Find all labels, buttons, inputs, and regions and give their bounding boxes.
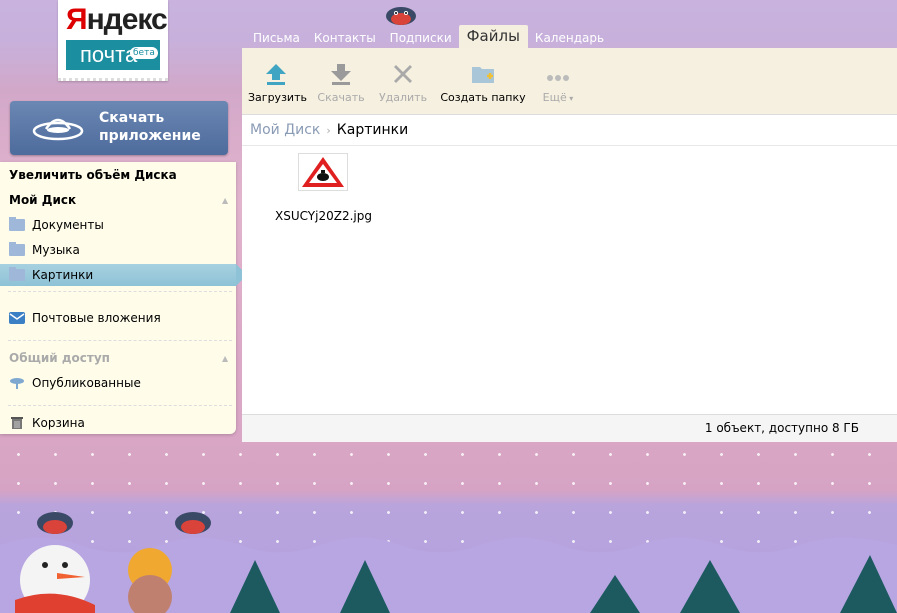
folder-icon (9, 217, 25, 231)
sidebar-item-trash[interactable]: Корзина (0, 412, 236, 434)
more-label: Ещё (542, 91, 567, 104)
ufo-icon (32, 118, 84, 141)
more-icon (546, 62, 570, 86)
sidebar: Увеличить объём Диска Мой Диск ▲ Докумен… (0, 162, 247, 434)
my-disk-header[interactable]: Мой Диск (9, 193, 76, 207)
tab-calendar[interactable]: Календарь (528, 31, 611, 48)
collapse-up-icon[interactable]: ▲ (222, 354, 228, 363)
logo-brand: Яндекс (66, 3, 168, 36)
sidebar-item-label: Почтовые вложения (32, 311, 161, 325)
top-navigation: Письма Контакты Подписки Файлы Календарь (246, 22, 611, 48)
create-folder-label: Создать папку (440, 91, 526, 104)
divider (242, 145, 897, 146)
download-label: Скачать (317, 91, 365, 104)
tab-contacts[interactable]: Контакты (307, 31, 383, 48)
status-text: 1 объект, доступно 8 ГБ (704, 421, 859, 435)
delete-icon (391, 62, 415, 86)
collapse-up-icon[interactable]: ▲ (222, 196, 228, 205)
sidebar-item-documents[interactable]: Документы (0, 214, 236, 236)
upload-button[interactable]: Загрузить (248, 62, 307, 104)
sidebar-item-label: Корзина (32, 416, 85, 430)
sidebar-item-pictures[interactable]: Картинки (0, 264, 247, 286)
download-app-button[interactable]: Скачать приложение (10, 101, 228, 155)
trash-icon (11, 417, 23, 429)
download-app-line2: приложение (99, 128, 201, 144)
more-button[interactable]: Ещё ▾ (538, 62, 578, 104)
file-item[interactable]: XSUCYj20Z2.jpg (275, 153, 372, 223)
status-bar: 1 объект, доступно 8 ГБ (242, 414, 897, 442)
image-thumbnail (298, 153, 348, 191)
beta-badge: бета (130, 47, 158, 59)
breadcrumb-root[interactable]: Мой Диск (250, 122, 320, 138)
tab-mail[interactable]: Письма (246, 31, 307, 48)
create-folder-button[interactable]: Создать папку (440, 62, 526, 104)
yandex-mail-logo[interactable]: Яндекс почта бета (58, 0, 168, 81)
upload-icon (264, 62, 288, 86)
sidebar-item-mail-attachments[interactable]: Почтовые вложения (0, 307, 236, 329)
download-button[interactable]: Скачать (316, 62, 366, 104)
delete-button[interactable]: Удалить (378, 62, 428, 104)
logo-product: почта бета (66, 40, 160, 70)
divider (8, 340, 232, 341)
toolbar: Загрузить Скачать Удалить Создать папку … (242, 48, 897, 115)
download-app-line1: Скачать (99, 110, 165, 126)
sidebar-item-label: Картинки (32, 268, 94, 282)
file-browser: Мой Диск › Картинки XSUCYj20Z2.jpg 1 объек… (242, 115, 897, 442)
envelope-icon (9, 312, 25, 324)
delete-label: Удалить (378, 91, 428, 104)
download-app-label: Скачать приложение (99, 109, 201, 145)
sidebar-item-music[interactable]: Музыка (0, 239, 236, 261)
chevron-right-icon: › (326, 124, 331, 137)
new-folder-icon (471, 62, 495, 86)
increase-space-link[interactable]: Увеличить объём Диска (9, 168, 177, 182)
sidebar-item-label: Документы (32, 218, 104, 232)
sidebar-item-label: Музыка (32, 243, 80, 257)
shared-access-header[interactable]: Общий доступ (9, 351, 110, 365)
folder-icon (9, 267, 25, 281)
sidebar-item-published[interactable]: Опубликованные (0, 372, 236, 394)
divider (8, 291, 232, 292)
sidebar-item-label: Опубликованные (32, 376, 141, 390)
logo-product-text: почта (80, 42, 138, 67)
tab-subscriptions[interactable]: Подписки (383, 31, 459, 48)
winter-decoration (0, 512, 897, 613)
published-icon (10, 378, 24, 389)
download-icon (329, 62, 353, 86)
file-name: XSUCYj20Z2.jpg (275, 209, 372, 223)
folder-icon (9, 242, 25, 256)
chevron-down-icon: ▾ (566, 94, 574, 103)
divider (8, 405, 232, 406)
breadcrumb-current: Картинки (336, 122, 409, 138)
breadcrumb: Мой Диск › Картинки (250, 122, 408, 138)
upload-label: Загрузить (248, 91, 307, 104)
tab-files[interactable]: Файлы (458, 25, 528, 48)
